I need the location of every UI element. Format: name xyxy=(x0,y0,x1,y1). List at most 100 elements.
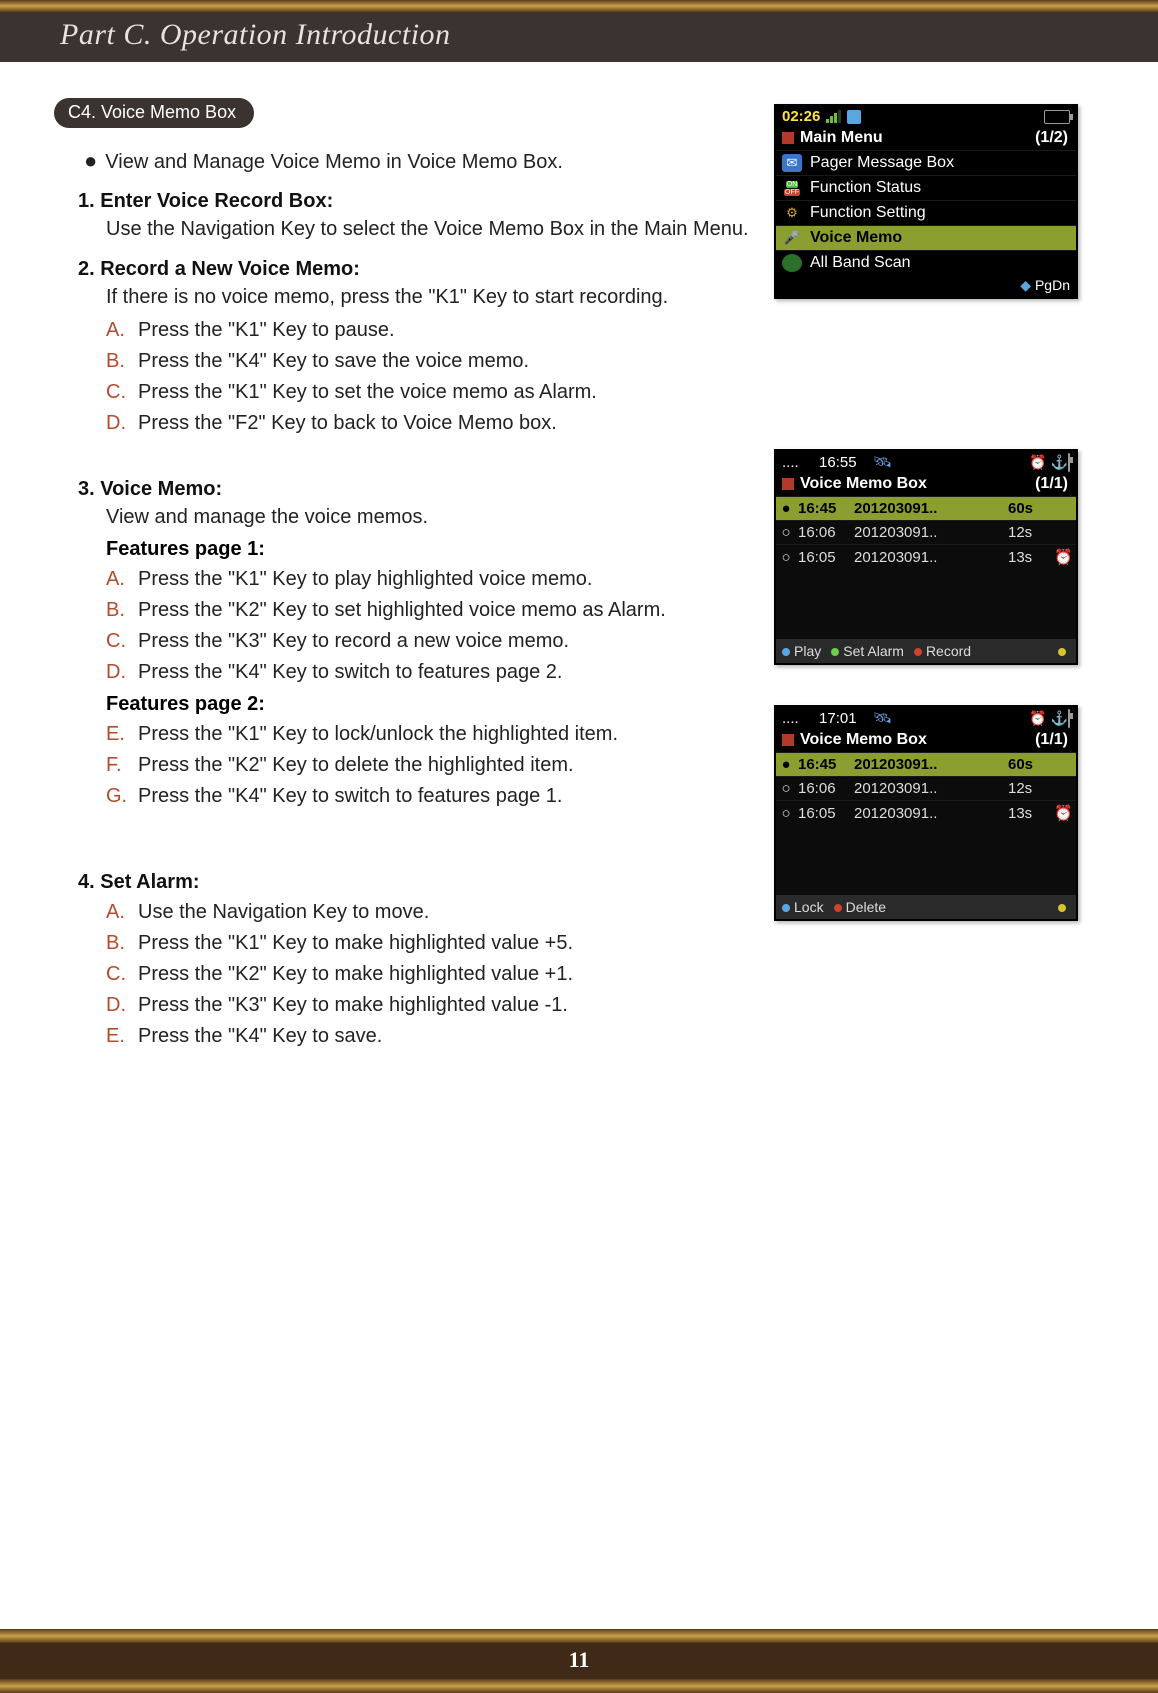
device-title: Main Menu xyxy=(800,129,883,146)
menu-label: Voice Memo xyxy=(810,229,902,247)
memo-row[interactable]: ○ 16:05 201203091.. 13s ⏰ xyxy=(776,544,1076,569)
page-bottom: 11 xyxy=(0,1629,1158,1693)
menu-item-voice-memo[interactable]: 🎤 Voice Memo xyxy=(776,225,1076,250)
memo-row[interactable]: ● 16:45 201203091.. 60s xyxy=(776,752,1076,776)
pgdn-label[interactable]: PgDn xyxy=(1020,277,1070,294)
foot-delete[interactable]: Delete xyxy=(834,899,886,915)
gear-icon: ⚙ xyxy=(782,204,802,222)
title-square-icon xyxy=(782,132,794,144)
signal-icon xyxy=(826,110,841,123)
list-item: D.Press the "K4" Key to switch to featur… xyxy=(106,658,750,687)
row-duration: 60s xyxy=(1008,500,1048,517)
status-dots: .... xyxy=(782,710,799,727)
step-2: 2. Record a New Voice Memo: If there is … xyxy=(78,258,750,438)
foot-more[interactable] xyxy=(1058,643,1070,659)
list-item: C.Press the "K3" Key to record a new voi… xyxy=(106,627,750,656)
menu-label: Function Setting xyxy=(810,204,926,222)
row-time: 16:06 xyxy=(798,524,848,541)
battery-icon xyxy=(1044,110,1070,124)
battery-icon xyxy=(1068,709,1070,728)
device-title: Voice Memo Box xyxy=(800,731,927,748)
row-time: 16:45 xyxy=(798,500,848,517)
dot-icon xyxy=(782,904,790,912)
page-indicator: (1/2) xyxy=(1035,129,1068,147)
row-mark-icon: ● xyxy=(780,756,792,773)
dot-icon xyxy=(914,648,922,656)
intro-text: View and Manage Voice Memo in Voice Memo… xyxy=(105,148,563,176)
step-3-body: View and manage the voice memos. xyxy=(106,503,750,532)
menu-item-status[interactable]: ONOFF Function Status xyxy=(776,175,1076,200)
status-bar: 02:26 xyxy=(776,106,1076,127)
list-item: F.Press the "K2" Key to delete the highl… xyxy=(106,751,750,780)
status-bar: .... 16:55 🛰 ⏰ ⚓ xyxy=(776,451,1076,473)
dot-icon xyxy=(831,648,839,656)
step-1-head: 1. Enter Voice Record Box: xyxy=(78,190,750,213)
foot-record[interactable]: Record xyxy=(914,643,971,659)
row-time: 16:05 xyxy=(798,805,848,822)
menu-item-band-scan[interactable]: All Band Scan xyxy=(776,250,1076,275)
step-2-list: A.Press the "K1" Key to pause. B.Press t… xyxy=(106,316,750,438)
row-alarm-icon: ⏰ xyxy=(1054,804,1072,822)
empty-area xyxy=(776,569,1076,639)
features-2-head: Features page 2: xyxy=(106,693,750,716)
row-alarm-icon: ⏰ xyxy=(1054,548,1072,566)
step-4: 4. Set Alarm: A.Use the Navigation Key t… xyxy=(78,871,750,1051)
row-duration: 60s xyxy=(1008,756,1048,773)
empty-area xyxy=(776,825,1076,895)
step-2-head: 2. Record a New Voice Memo: xyxy=(78,258,750,281)
step-1: 1. Enter Voice Record Box: Use the Navig… xyxy=(78,190,750,244)
screenshots-column: 02:26 Main Menu (1/2) ✉ Pager Message Bo… xyxy=(774,98,1104,1059)
list-item: B.Press the "K1" Key to make highlighted… xyxy=(106,929,750,958)
pager-icon: ✉ xyxy=(782,154,802,172)
row-name: 201203091.. xyxy=(854,756,1002,773)
list-item: A.Press the "K1" Key to pause. xyxy=(106,316,750,345)
step-1-body: Use the Navigation Key to select the Voi… xyxy=(106,215,750,244)
row-mark-icon: ○ xyxy=(780,780,792,797)
step-2-body: If there is no voice memo, press the "K1… xyxy=(106,283,750,312)
menu-item-pager[interactable]: ✉ Pager Message Box xyxy=(776,150,1076,175)
foot-set-alarm[interactable]: Set Alarm xyxy=(831,643,904,659)
row-name: 201203091.. xyxy=(854,549,1002,566)
step-3: 3. Voice Memo: View and manage the voice… xyxy=(78,478,750,811)
row-mark-icon: ○ xyxy=(780,524,792,541)
intro-bullet: ● View and Manage Voice Memo in Voice Me… xyxy=(84,148,750,176)
status-time: 17:01 xyxy=(819,710,857,727)
device-title-bar: Voice Memo Box (1/1) xyxy=(776,473,1076,496)
onoff-icon: ONOFF xyxy=(782,179,802,197)
page-indicator: (1/1) xyxy=(1035,475,1068,493)
row-mark-icon: ○ xyxy=(780,549,792,566)
list-item: C.Press the "K1" Key to set the voice me… xyxy=(106,378,750,407)
foot-lock[interactable]: Lock xyxy=(782,899,824,915)
row-time: 16:45 xyxy=(798,756,848,773)
row-duration: 12s xyxy=(1008,524,1048,541)
features-1-head: Features page 1: xyxy=(106,538,750,561)
memo-row[interactable]: ● 16:45 201203091.. 60s xyxy=(776,496,1076,520)
list-item: B.Press the "K2" Key to set highlighted … xyxy=(106,596,750,625)
row-name: 201203091.. xyxy=(854,524,1002,541)
memo-row[interactable]: ○ 16:06 201203091.. 12s xyxy=(776,776,1076,800)
row-name: 201203091.. xyxy=(854,805,1002,822)
step-4-list: A.Use the Navigation Key to move. B.Pres… xyxy=(106,898,750,1051)
memo-row[interactable]: ○ 16:06 201203091.. 12s xyxy=(776,520,1076,544)
list-item: B.Press the "K4" Key to save the voice m… xyxy=(106,347,750,376)
globe-icon xyxy=(782,254,802,272)
status-dots: .... xyxy=(782,454,799,471)
row-name: 201203091.. xyxy=(854,500,1002,517)
row-name: 201203091.. xyxy=(854,780,1002,797)
foot-play[interactable]: Play xyxy=(782,643,821,659)
list-item: E.Press the "K1" Key to lock/unlock the … xyxy=(106,720,750,749)
status-bar: .... 17:01 🛰 ⏰ ⚓ xyxy=(776,707,1076,729)
anchor-icon: ⚓ xyxy=(1051,710,1068,726)
alarm-icon: ⏰ xyxy=(1029,454,1046,470)
top-gold-border xyxy=(0,0,1158,12)
list-item: A.Use the Navigation Key to move. xyxy=(106,898,750,927)
page-header: Part C. Operation Introduction xyxy=(0,12,1158,62)
menu-item-setting[interactable]: ⚙ Function Setting xyxy=(776,200,1076,225)
device-title-bar: Main Menu (1/2) xyxy=(776,127,1076,150)
device-title: Voice Memo Box xyxy=(800,475,927,492)
dot-icon xyxy=(782,648,790,656)
dot-icon xyxy=(1058,904,1066,912)
device-title-bar: Voice Memo Box (1/1) xyxy=(776,729,1076,752)
memo-row[interactable]: ○ 16:05 201203091.. 13s ⏰ xyxy=(776,800,1076,825)
foot-more[interactable] xyxy=(1058,899,1070,915)
